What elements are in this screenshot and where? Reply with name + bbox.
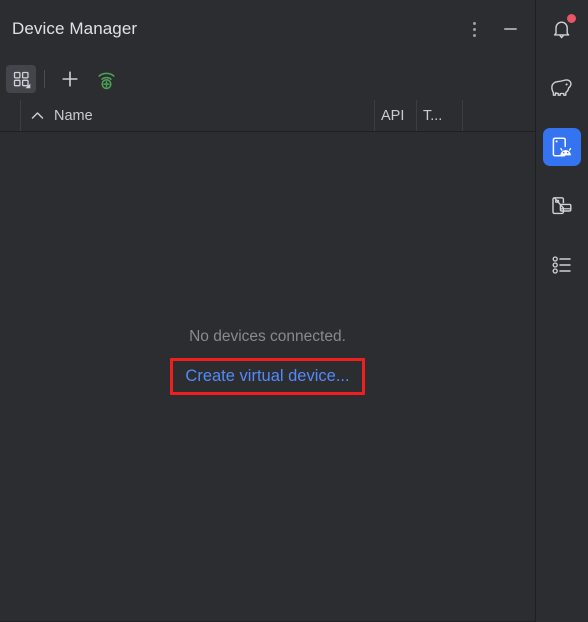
column-header-type-label: T... <box>423 107 443 124</box>
pair-wifi-button[interactable] <box>91 65 125 93</box>
right-tool-stripe <box>536 0 588 622</box>
kebab-menu-icon <box>472 21 476 37</box>
create-virtual-device-highlight: Create virtual device... <box>170 358 365 395</box>
table-header: Name API T... <box>0 100 535 132</box>
column-header-type[interactable]: T... <box>417 100 463 131</box>
device-grouping-button[interactable] <box>6 65 36 93</box>
sidebar-item-build-variants[interactable] <box>543 246 581 284</box>
sidebar-item-running-devices[interactable] <box>543 187 581 225</box>
elephant-icon <box>551 79 572 96</box>
grid-dropdown-icon <box>13 71 30 88</box>
minimize-button[interactable] <box>495 14 525 44</box>
more-options-button[interactable] <box>459 14 489 44</box>
header-actions <box>459 14 525 44</box>
column-header-actions <box>463 100 535 131</box>
device-manager-tool-window: Device Manager Name API T... No devices … <box>0 0 588 622</box>
running-devices-icon <box>552 197 572 215</box>
create-virtual-device-link[interactable]: Create virtual device... <box>185 367 349 386</box>
toolwindow-header: Device Manager <box>0 0 535 58</box>
page-title: Device Manager <box>12 19 138 38</box>
bullet-list-icon <box>552 256 571 274</box>
column-header-name[interactable]: Name <box>21 100 375 131</box>
sidebar-item-device-manager[interactable] <box>543 128 581 166</box>
toolwindow-toolbar <box>0 58 535 100</box>
column-header-name-label: Name <box>54 107 93 124</box>
sidebar-item-gradle[interactable] <box>543 69 581 107</box>
add-device-button[interactable] <box>55 65 85 93</box>
column-header-gutter <box>0 100 21 131</box>
device-list: No devices connected. Create virtual dev… <box>0 132 535 621</box>
toolwindow-panel: Device Manager Name API T... No devices … <box>0 0 536 622</box>
empty-state: No devices connected. Create virtual dev… <box>0 328 535 395</box>
toolbar-separator <box>44 70 45 88</box>
minimize-icon <box>503 28 517 30</box>
column-header-api[interactable]: API <box>375 100 417 131</box>
plus-icon <box>62 71 78 87</box>
caret-up-icon <box>31 111 44 120</box>
wifi-pair-icon <box>98 72 115 90</box>
empty-state-message: No devices connected. <box>189 328 346 345</box>
column-header-api-label: API <box>381 107 405 124</box>
notification-badge <box>566 13 577 24</box>
device-manager-icon <box>552 137 572 157</box>
sidebar-item-notifications[interactable] <box>543 10 581 48</box>
